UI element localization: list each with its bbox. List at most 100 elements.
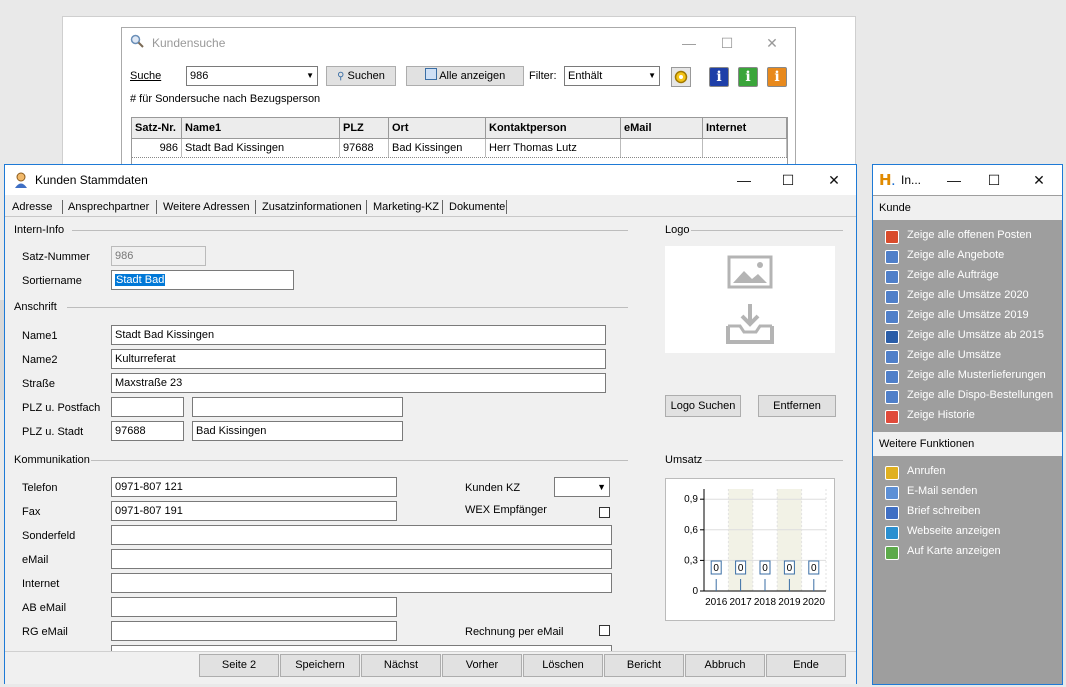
speichern-button[interactable]: Speichern: [280, 654, 360, 677]
bericht-button[interactable]: Bericht: [604, 654, 684, 677]
sidebar-header-kunde: Kunde: [873, 196, 1062, 220]
sidebar-item[interactable]: E-Mail senden: [907, 485, 977, 497]
name1-field[interactable]: Stadt Bad Kissingen: [111, 325, 606, 345]
sidebar-item[interactable]: Anrufen: [907, 465, 946, 477]
alle-anzeigen-button[interactable]: Alle anzeigen: [406, 66, 524, 86]
filter-combobox[interactable]: Enthält ▼: [564, 66, 660, 86]
seite2-button[interactable]: Seite 2: [199, 654, 279, 677]
satznummer-label: Satz-Nummer: [22, 251, 90, 263]
info-window: H. In... — ☐ ✕ Kunde Zeige alle offenen …: [872, 164, 1063, 685]
section-divider: [72, 230, 628, 231]
stammdaten-title: Kunden Stammdaten: [35, 173, 148, 187]
sonderfeld-field[interactable]: [111, 525, 612, 545]
sidebar-item[interactable]: Zeige Historie: [907, 409, 975, 421]
alle-anzeigen-label: Alle anzeigen: [439, 70, 506, 82]
gear-icon[interactable]: [671, 67, 691, 87]
vorher-button[interactable]: Vorher: [442, 654, 522, 677]
close-icon[interactable]: ✕: [823, 169, 845, 191]
umsaetze-icon: [885, 310, 899, 324]
plz-field[interactable]: 97688: [111, 421, 184, 441]
info-green-icon[interactable]: i: [738, 67, 758, 87]
name2-field[interactable]: Kulturreferat: [111, 349, 606, 369]
rgemail-label: RG eMail: [22, 626, 68, 638]
sidebar-item[interactable]: Zeige alle Umsätze 2020: [907, 289, 1029, 301]
rgemail-field[interactable]: [111, 621, 397, 641]
fax-field[interactable]: 0971-807 191: [111, 501, 397, 521]
chevron-down-icon[interactable]: ▼: [597, 478, 606, 496]
logo-suchen-button[interactable]: Logo Suchen: [665, 395, 741, 417]
suche-combobox[interactable]: 986 ▼: [186, 66, 318, 86]
sidebar-item[interactable]: Zeige alle Aufträge: [907, 269, 999, 281]
suchen-button[interactable]: ⚲ Suchen: [326, 66, 396, 86]
kundenkz-combobox[interactable]: ▼: [554, 477, 610, 497]
telefon-field[interactable]: 0971-807 121: [111, 477, 397, 497]
column-header[interactable]: PLZ: [340, 118, 389, 138]
postfach-label: PLZ u. Postfach: [22, 402, 101, 414]
tab-ansprechpartner[interactable]: Ansprechpartner: [68, 201, 149, 213]
kundenkz-label: Kunden KZ: [465, 482, 521, 494]
sidebar-item[interactable]: Zeige alle Angebote: [907, 249, 1004, 261]
sidebar-item[interactable]: Zeige alle Dispo-Bestellungen: [907, 389, 1053, 401]
sidebar-item[interactable]: Zeige alle Umsätze: [907, 349, 1001, 361]
column-header[interactable]: Satz-Nr.: [132, 118, 182, 138]
stammdaten-titlebar: Kunden Stammdaten — ☐ ✕: [5, 165, 856, 195]
chevron-down-icon[interactable]: ▼: [306, 67, 314, 85]
tab-marketing-kz[interactable]: Marketing-KZ: [373, 201, 439, 213]
row-cell-ort: Bad Kissingen: [389, 139, 486, 157]
tab-divider: [442, 200, 443, 214]
strasse-field[interactable]: Maxstraße 23: [111, 373, 606, 393]
sidebar-item[interactable]: Webseite anzeigen: [907, 525, 1000, 537]
email-field[interactable]: [111, 549, 612, 569]
table-row[interactable]: 986 Stadt Bad Kissingen 97688 Bad Kissin…: [132, 139, 787, 158]
maximize-icon[interactable]: ☐: [777, 169, 799, 191]
section-divider: [91, 460, 628, 461]
suchen-label: Suchen: [347, 70, 385, 82]
entfernen-button[interactable]: Entfernen: [758, 395, 836, 417]
sidebar-item[interactable]: Zeige alle Umsätze 2019: [907, 309, 1029, 321]
tab-weitere-adressen[interactable]: Weitere Adressen: [163, 201, 250, 213]
ende-button[interactable]: Ende: [766, 654, 846, 677]
minimize-icon[interactable]: —: [678, 32, 700, 54]
y-tick-label: 0,9: [684, 494, 698, 505]
tab-adresse[interactable]: Adresse: [12, 201, 52, 213]
postfach-field[interactable]: [192, 397, 403, 417]
tab-dokumente[interactable]: Dokumente: [449, 201, 505, 213]
loeschen-button[interactable]: Löschen: [523, 654, 603, 677]
sidebar-item[interactable]: Zeige alle Umsätze ab 2015: [907, 329, 1044, 341]
sidebar-item[interactable]: Zeige alle offenen Posten: [907, 229, 1032, 241]
info-orange-icon[interactable]: i: [767, 67, 787, 87]
maximize-icon[interactable]: ☐: [983, 169, 1005, 191]
minimize-icon[interactable]: —: [943, 169, 965, 191]
naechst-button[interactable]: Nächst: [361, 654, 441, 677]
column-header[interactable]: Internet: [703, 118, 787, 138]
name2-label: Name2: [22, 354, 58, 366]
section-umsatz: Umsatz: [665, 454, 703, 466]
column-header[interactable]: Kontaktperson: [486, 118, 621, 138]
column-header[interactable]: Ort: [389, 118, 486, 138]
umsatz-chart: 0,9 0,6 0,3 0 0 2016 0 2017 0 2018 0 2019 0 2020: [684, 489, 827, 608]
section-logo: Logo: [665, 224, 690, 236]
maximize-icon[interactable]: ☐: [716, 32, 738, 54]
tab-zusatzinformationen[interactable]: Zusatzinformationen: [262, 201, 362, 213]
abbruch-button[interactable]: Abbruch: [685, 654, 765, 677]
wex-checkbox[interactable]: [599, 507, 610, 518]
rechnung-checkbox[interactable]: [599, 625, 610, 636]
column-header[interactable]: Name1: [182, 118, 340, 138]
postfach-plz-field[interactable]: [111, 397, 184, 417]
sidebar-item[interactable]: Brief schreiben: [907, 505, 980, 517]
internet-field[interactable]: [111, 573, 612, 593]
chevron-down-icon[interactable]: ▼: [648, 67, 656, 85]
abemail-field[interactable]: [111, 597, 397, 617]
minimize-icon[interactable]: —: [733, 169, 755, 191]
close-icon[interactable]: ✕: [1028, 169, 1050, 191]
close-icon[interactable]: ✕: [761, 32, 783, 54]
image-icon: [726, 254, 774, 292]
sidebar-item[interactable]: Auf Karte anzeigen: [907, 545, 1001, 557]
info-blue-icon[interactable]: i: [709, 67, 729, 87]
sortiername-field[interactable]: Stadt Bad: [111, 270, 294, 290]
sidebar-header-funktionen: Weitere Funktionen: [873, 432, 1062, 456]
sidebar-header-label: Weitere Funktionen: [879, 438, 975, 450]
column-header[interactable]: eMail: [621, 118, 703, 138]
sidebar-item[interactable]: Zeige alle Musterlieferungen: [907, 369, 1046, 381]
stadt-field[interactable]: Bad Kissingen: [192, 421, 403, 441]
